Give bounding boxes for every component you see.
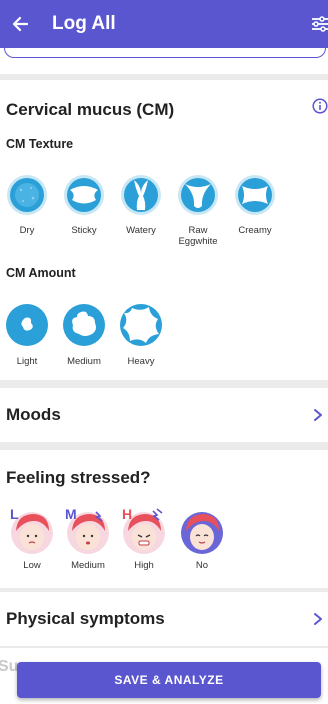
- calm-face-icon: [181, 512, 223, 554]
- cm-sticky-icon: [64, 175, 104, 215]
- stressed-face-medium-icon: M: [65, 506, 109, 554]
- amount-option-light[interactable]: Light: [0, 303, 54, 367]
- stress-label: Medium: [71, 560, 105, 571]
- cm-texture-label: CM Texture: [6, 137, 74, 151]
- texture-label: Raw Eggwhite: [178, 225, 218, 247]
- sliders-icon: [312, 16, 328, 32]
- cervical-mucus-card: Cervical mucus (CM) CM Texture Dry Stick…: [0, 80, 328, 380]
- cm-watery-icon: [121, 175, 161, 215]
- info-icon: [312, 98, 328, 114]
- amount-label: Heavy: [127, 356, 155, 367]
- cm-section-title: Cervical mucus (CM): [6, 100, 175, 119]
- amount-option-heavy[interactable]: Heavy: [114, 303, 168, 367]
- stress-title: Feeling stressed?: [6, 468, 151, 487]
- chevron-right-icon: [314, 613, 322, 625]
- stress-option-low[interactable]: L Low: [6, 506, 58, 571]
- cm-medium-icon: [63, 304, 105, 346]
- cm-light-icon: [6, 304, 48, 346]
- save-analyze-button[interactable]: SAVE & ANALYZE: [17, 662, 321, 698]
- stress-option-medium[interactable]: M Medium: [62, 506, 114, 571]
- back-button[interactable]: [2, 0, 38, 48]
- info-button[interactable]: [312, 98, 328, 119]
- stress-label: High: [134, 560, 154, 571]
- amount-label: Medium: [67, 356, 101, 367]
- cm-amount-label: CM Amount: [6, 266, 76, 280]
- texture-option-watery[interactable]: Watery: [114, 174, 168, 236]
- stress-label: Low: [23, 560, 41, 571]
- texture-label: Dry: [19, 225, 35, 236]
- app-bar: Log All: [0, 0, 328, 48]
- chevron-right-icon: [314, 409, 322, 421]
- stress-label: No: [195, 560, 209, 571]
- texture-label: Sticky: [71, 225, 97, 236]
- texture-option-creamy[interactable]: Creamy: [228, 174, 282, 236]
- cm-heavy-icon: [120, 304, 162, 346]
- svg-text:H: H: [122, 506, 132, 522]
- texture-option-dry[interactable]: Dry: [0, 174, 54, 236]
- cm-creamy-icon: [235, 175, 275, 215]
- stressed-face-high-icon: H: [122, 506, 165, 554]
- texture-label: Watery: [126, 225, 156, 236]
- texture-label: Creamy: [238, 225, 272, 236]
- page-title: Log All: [52, 13, 116, 34]
- amount-option-medium[interactable]: Medium: [57, 303, 111, 367]
- filter-button[interactable]: [304, 0, 328, 48]
- cm-dry-icon: [7, 175, 47, 215]
- stress-card: Feeling stressed? L Low M Medium H High …: [0, 450, 328, 588]
- stress-option-no[interactable]: No: [176, 506, 228, 571]
- arrow-left-icon: [12, 16, 29, 32]
- next-section-title: Su: [0, 658, 19, 675]
- physical-symptoms-title: Physical symptoms: [6, 609, 165, 628]
- cm-raw-eggwhite-icon: [178, 175, 218, 215]
- note-field-edge[interactable]: [4, 42, 326, 58]
- physical-symptoms-row[interactable]: Physical symptoms: [0, 592, 328, 646]
- amount-label: Light: [16, 356, 38, 367]
- texture-option-sticky[interactable]: Sticky: [57, 174, 111, 236]
- svg-text:M: M: [65, 506, 77, 522]
- stress-option-high[interactable]: H High: [118, 506, 170, 571]
- texture-option-raw-eggwhite[interactable]: Raw Eggwhite: [171, 174, 225, 247]
- stressed-face-low-icon: L: [10, 506, 53, 554]
- moods-row[interactable]: Moods: [0, 388, 328, 442]
- svg-text:L: L: [10, 506, 19, 522]
- moods-title: Moods: [6, 405, 61, 424]
- previous-card-bottom: [0, 42, 328, 74]
